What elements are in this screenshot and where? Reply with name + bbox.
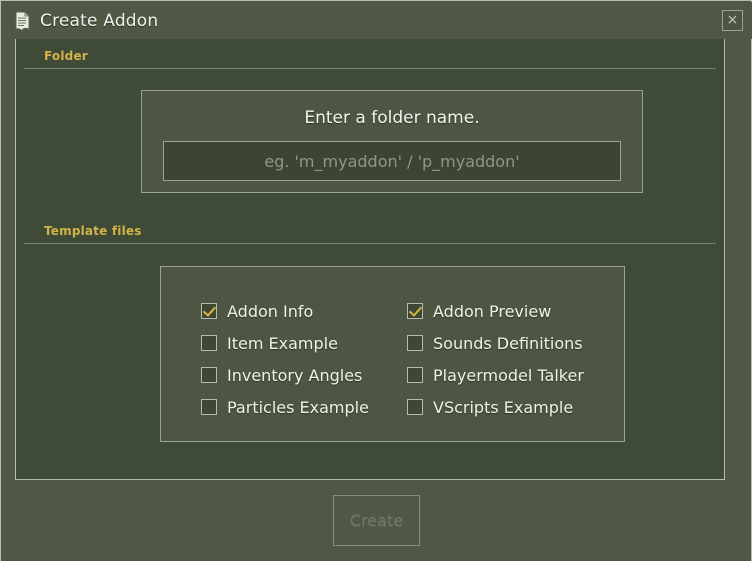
create-addon-window: Create Addon × Folder Enter a folder nam… [0,0,752,561]
checkbox-label: Particles Example [227,397,369,417]
checkbox-label: Addon Preview [433,301,552,321]
checkbox-row-item-example[interactable]: Item Example [201,327,369,359]
checkbox-row-playermodel-talker[interactable]: Playermodel Talker [407,359,584,391]
checkbox-row-addon-info[interactable]: Addon Info [201,295,369,327]
window-title: Create Addon [40,11,159,31]
checkbox-row-particles-example[interactable]: Particles Example [201,391,369,423]
folder-group: Enter a folder name. [141,90,643,193]
checkbox-row-vscripts-example[interactable]: VScripts Example [407,391,584,423]
checkbox-vscripts-example[interactable] [407,399,423,415]
template-files-column-left: Addon Info Item Example Inventory Angles… [201,295,369,423]
close-icon[interactable]: × [722,10,743,31]
section-divider [24,243,716,244]
window-titlebar: Create Addon × [2,2,752,39]
checkbox-inventory-angles[interactable] [201,367,217,383]
checkbox-particles-example[interactable] [201,399,217,415]
template-files-column-right: Addon Preview Sounds Definitions Playerm… [407,295,584,423]
section-folder-label: Folder [44,49,88,63]
checkbox-label: Sounds Definitions [433,333,583,353]
checkbox-label: Addon Info [227,301,314,321]
checkbox-addon-preview[interactable] [407,303,423,319]
checkbox-label: VScripts Example [433,397,574,417]
folder-prompt-label: Enter a folder name. [304,108,480,128]
section-template-files-label: Template files [44,224,142,238]
checkbox-addon-info[interactable] [201,303,217,319]
checkbox-row-addon-preview[interactable]: Addon Preview [407,295,584,327]
checkbox-sounds-definitions[interactable] [407,335,423,351]
checkbox-label: Item Example [227,333,338,353]
checkbox-playermodel-talker[interactable] [407,367,423,383]
dialog-body: Folder Enter a folder name. Template fil… [15,39,725,480]
checkbox-label: Inventory Angles [227,365,363,385]
checkbox-row-inventory-angles[interactable]: Inventory Angles [201,359,369,391]
checkbox-row-sounds-definitions[interactable]: Sounds Definitions [407,327,584,359]
create-button[interactable]: Create [333,495,420,546]
checkbox-item-example[interactable] [201,335,217,351]
checkbox-label: Playermodel Talker [433,365,584,385]
document-page-icon [13,11,32,33]
section-divider [24,68,716,69]
folder-name-input[interactable] [163,141,621,181]
template-files-group: Addon Info Item Example Inventory Angles… [160,266,625,442]
